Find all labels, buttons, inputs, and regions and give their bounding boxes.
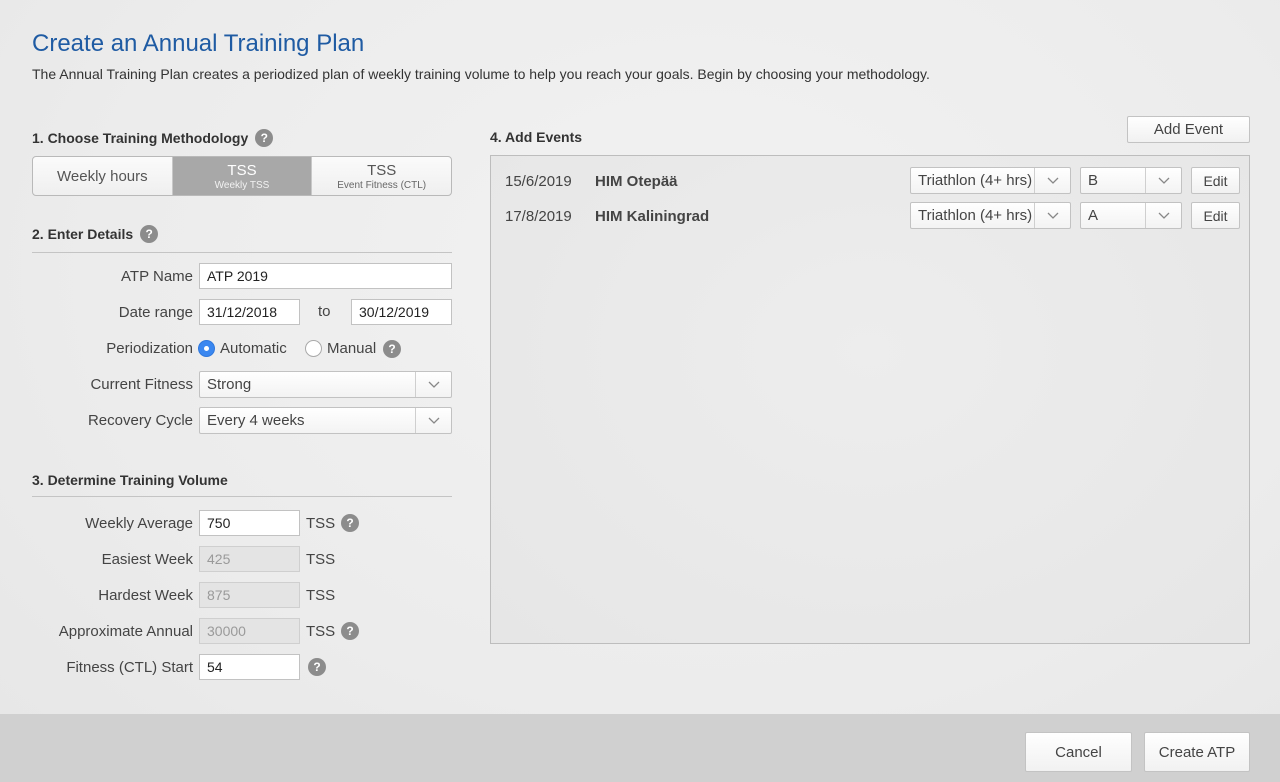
hardest-week-label: Hardest Week xyxy=(98,587,193,604)
periodization-help-icon[interactable]: ? xyxy=(383,340,401,358)
weekly-average-label: Weekly Average xyxy=(85,515,193,532)
chevron-down-icon xyxy=(415,408,451,433)
atp-name-label: ATP Name xyxy=(121,268,193,285)
events-panel: 15/6/2019 HIM Otepää Triathlon (4+ hrs) … xyxy=(490,155,1250,644)
event-type-select[interactable]: Triathlon (4+ hrs) xyxy=(910,167,1071,194)
event-priority-select[interactable]: A xyxy=(1080,202,1182,229)
events-title: 4. Add Events xyxy=(490,129,583,145)
event-edit-button[interactable]: Edit xyxy=(1191,167,1240,194)
recovery-cycle-label: Recovery Cycle xyxy=(87,412,193,429)
event-name: HIM Kaliningrad xyxy=(595,208,710,225)
date-to-input[interactable] xyxy=(351,299,452,325)
option-label: TSS xyxy=(367,161,397,179)
periodization-automatic-radio[interactable] xyxy=(198,340,215,357)
chevron-down-icon xyxy=(415,372,451,397)
volume-divider xyxy=(32,496,452,497)
recovery-cycle-select[interactable]: Every 4 weeks xyxy=(199,407,452,434)
chevron-down-icon xyxy=(1145,168,1181,193)
methodology-option-weekly-tss[interactable]: TSS Weekly TSS xyxy=(172,157,313,195)
date-range-label: Date range xyxy=(118,304,193,321)
option-sublabel: Weekly TSS xyxy=(214,179,270,191)
details-section-title: 2. Enter Details ? xyxy=(32,225,159,243)
add-event-button[interactable]: Add Event xyxy=(1127,116,1250,143)
current-fitness-label: Current Fitness xyxy=(90,376,193,393)
approximate-annual-unit: TSS xyxy=(306,623,336,640)
hardest-week-unit: TSS xyxy=(306,587,336,604)
volume-section-title: 3. Determine Training Volume xyxy=(32,472,228,488)
ctl-start-label: Fitness (CTL) Start xyxy=(66,659,193,676)
chevron-down-icon xyxy=(1034,203,1070,228)
details-title: 2. Enter Details xyxy=(32,226,134,242)
event-priority-value: A xyxy=(1088,207,1099,224)
details-help-icon[interactable]: ? xyxy=(140,225,159,243)
option-label: TSS xyxy=(227,161,257,179)
option-label: Weekly hours xyxy=(57,167,148,185)
methodology-option-weekly-hours[interactable]: Weekly hours xyxy=(33,157,173,195)
event-type-value: Triathlon (4+ hrs) xyxy=(918,172,1033,189)
easiest-week-label: Easiest Week xyxy=(101,551,193,568)
create-atp-button[interactable]: Create ATP xyxy=(1144,732,1250,772)
methodology-segmented-control: Weekly hours TSS Weekly TSS TSS Event Fi… xyxy=(32,156,452,196)
event-row: 17/8/2019 HIM Kaliningrad Triathlon (4+ … xyxy=(491,202,1249,230)
easiest-week-input xyxy=(199,546,300,572)
event-date: 15/6/2019 xyxy=(505,173,572,190)
event-name: HIM Otepää xyxy=(595,173,678,190)
atp-name-input[interactable] xyxy=(199,263,452,289)
recovery-cycle-value: Every 4 weeks xyxy=(207,412,305,429)
hardest-week-input xyxy=(199,582,300,608)
event-row: 15/6/2019 HIM Otepää Triathlon (4+ hrs) … xyxy=(491,167,1249,195)
methodology-section-title: 1. Choose Training Methodology ? xyxy=(32,129,274,147)
event-edit-button[interactable]: Edit xyxy=(1191,202,1240,229)
approximate-annual-help-icon[interactable]: ? xyxy=(341,622,359,640)
periodization-manual-label[interactable]: Manual xyxy=(327,340,376,357)
event-priority-select[interactable]: B xyxy=(1080,167,1182,194)
methodology-option-event-fitness[interactable]: TSS Event Fitness (CTL) xyxy=(312,157,451,195)
cancel-button[interactable]: Cancel xyxy=(1025,732,1132,772)
event-type-select[interactable]: Triathlon (4+ hrs) xyxy=(910,202,1071,229)
current-fitness-select[interactable]: Strong xyxy=(199,371,452,398)
volume-title: 3. Determine Training Volume xyxy=(32,472,228,488)
periodization-label: Periodization xyxy=(106,340,193,357)
event-priority-value: B xyxy=(1088,172,1099,189)
periodization-automatic-label[interactable]: Automatic xyxy=(220,340,287,357)
easiest-week-unit: TSS xyxy=(306,551,336,568)
methodology-help-icon[interactable]: ? xyxy=(255,129,274,147)
date-to-label: to xyxy=(318,303,331,320)
events-section-title: 4. Add Events xyxy=(490,129,582,145)
page-subtitle: The Annual Training Plan creates a perio… xyxy=(32,66,930,82)
weekly-average-input[interactable] xyxy=(199,510,300,536)
footer-bar: Cancel Create ATP xyxy=(0,714,1280,782)
current-fitness-value: Strong xyxy=(207,376,252,393)
date-from-input[interactable] xyxy=(199,299,300,325)
ctl-start-help-icon[interactable]: ? xyxy=(308,658,326,676)
chevron-down-icon xyxy=(1145,203,1181,228)
weekly-average-help-icon[interactable]: ? xyxy=(341,514,359,532)
weekly-average-unit: TSS xyxy=(306,515,336,532)
event-type-value: Triathlon (4+ hrs) xyxy=(918,207,1033,224)
methodology-title: 1. Choose Training Methodology xyxy=(32,130,249,146)
approximate-annual-input xyxy=(199,618,300,644)
event-date: 17/8/2019 xyxy=(505,208,572,225)
approximate-annual-label: Approximate Annual xyxy=(58,623,193,640)
periodization-manual-radio[interactable] xyxy=(305,340,322,357)
page-title: Create an Annual Training Plan xyxy=(32,30,365,57)
ctl-start-input[interactable] xyxy=(199,654,300,680)
option-sublabel: Event Fitness (CTL) xyxy=(337,179,427,191)
chevron-down-icon xyxy=(1034,168,1070,193)
details-divider xyxy=(32,252,452,253)
